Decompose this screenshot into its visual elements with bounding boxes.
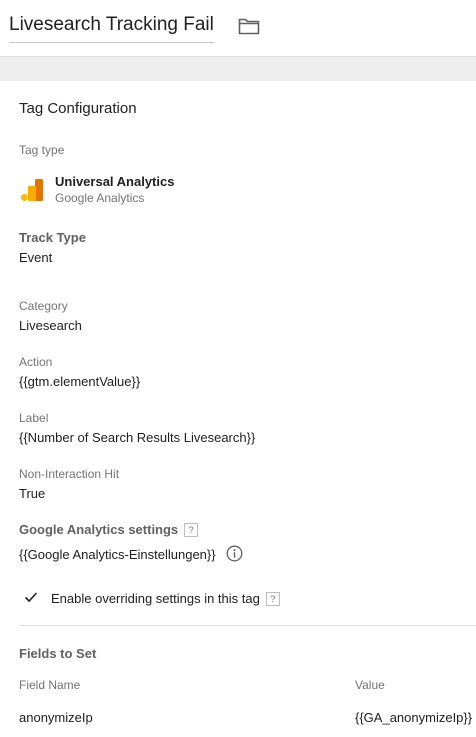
label-label: Label bbox=[19, 411, 49, 425]
track-type-value: Event bbox=[19, 250, 53, 265]
tag-header: Livesearch Tracking Fail bbox=[0, 0, 476, 56]
header-separator-band bbox=[0, 56, 476, 82]
category-value: Livesearch bbox=[19, 318, 82, 333]
table-row-value: {{GA_anonymizeIp}} bbox=[355, 710, 473, 725]
tag-type-name: Universal Analytics bbox=[55, 174, 175, 189]
ga-settings-value: {{Google Analytics-Einstellungen}} bbox=[19, 547, 216, 562]
label-value: {{Number of Search Results Livesearch}} bbox=[19, 430, 256, 445]
override-settings-help-icon[interactable]: ? bbox=[265, 591, 280, 606]
tag-type-vendor: Google Analytics bbox=[55, 191, 145, 205]
ga-settings-help-icon[interactable]: ? bbox=[184, 522, 199, 537]
non-interaction-hit-label: Non-Interaction Hit bbox=[19, 467, 120, 481]
tag-type-label: Tag type bbox=[19, 143, 65, 157]
section-divider bbox=[19, 625, 476, 626]
tag-name-input[interactable]: Livesearch Tracking Fail bbox=[9, 14, 214, 43]
action-label: Action bbox=[19, 355, 53, 369]
table-row-field-name: anonymizeIp bbox=[19, 710, 93, 725]
section-title-tag-configuration: Tag Configuration bbox=[19, 100, 137, 117]
category-label: Category bbox=[19, 299, 68, 313]
tag-type-selector[interactable] bbox=[19, 176, 45, 202]
google-analytics-logo-icon bbox=[21, 179, 43, 201]
column-header-field-name: Field Name bbox=[19, 678, 81, 692]
non-interaction-hit-value: True bbox=[19, 486, 46, 501]
column-header-value: Value bbox=[355, 678, 385, 692]
override-settings-label: Enable overriding settings in this tag bbox=[51, 591, 260, 606]
ga-settings-label: Google Analytics settings bbox=[19, 522, 179, 537]
info-icon[interactable] bbox=[226, 545, 243, 562]
override-settings-row[interactable]: Enable overriding settings in this tag? bbox=[51, 590, 280, 608]
fields-to-set-title: Fields to Set bbox=[19, 646, 97, 661]
action-value: {{gtm.elementValue}} bbox=[19, 374, 141, 389]
folder-icon[interactable] bbox=[238, 17, 260, 35]
track-type-label: Track Type bbox=[19, 230, 86, 245]
ga-settings-heading: Google Analytics settings? bbox=[19, 521, 199, 539]
check-icon[interactable] bbox=[24, 590, 38, 604]
